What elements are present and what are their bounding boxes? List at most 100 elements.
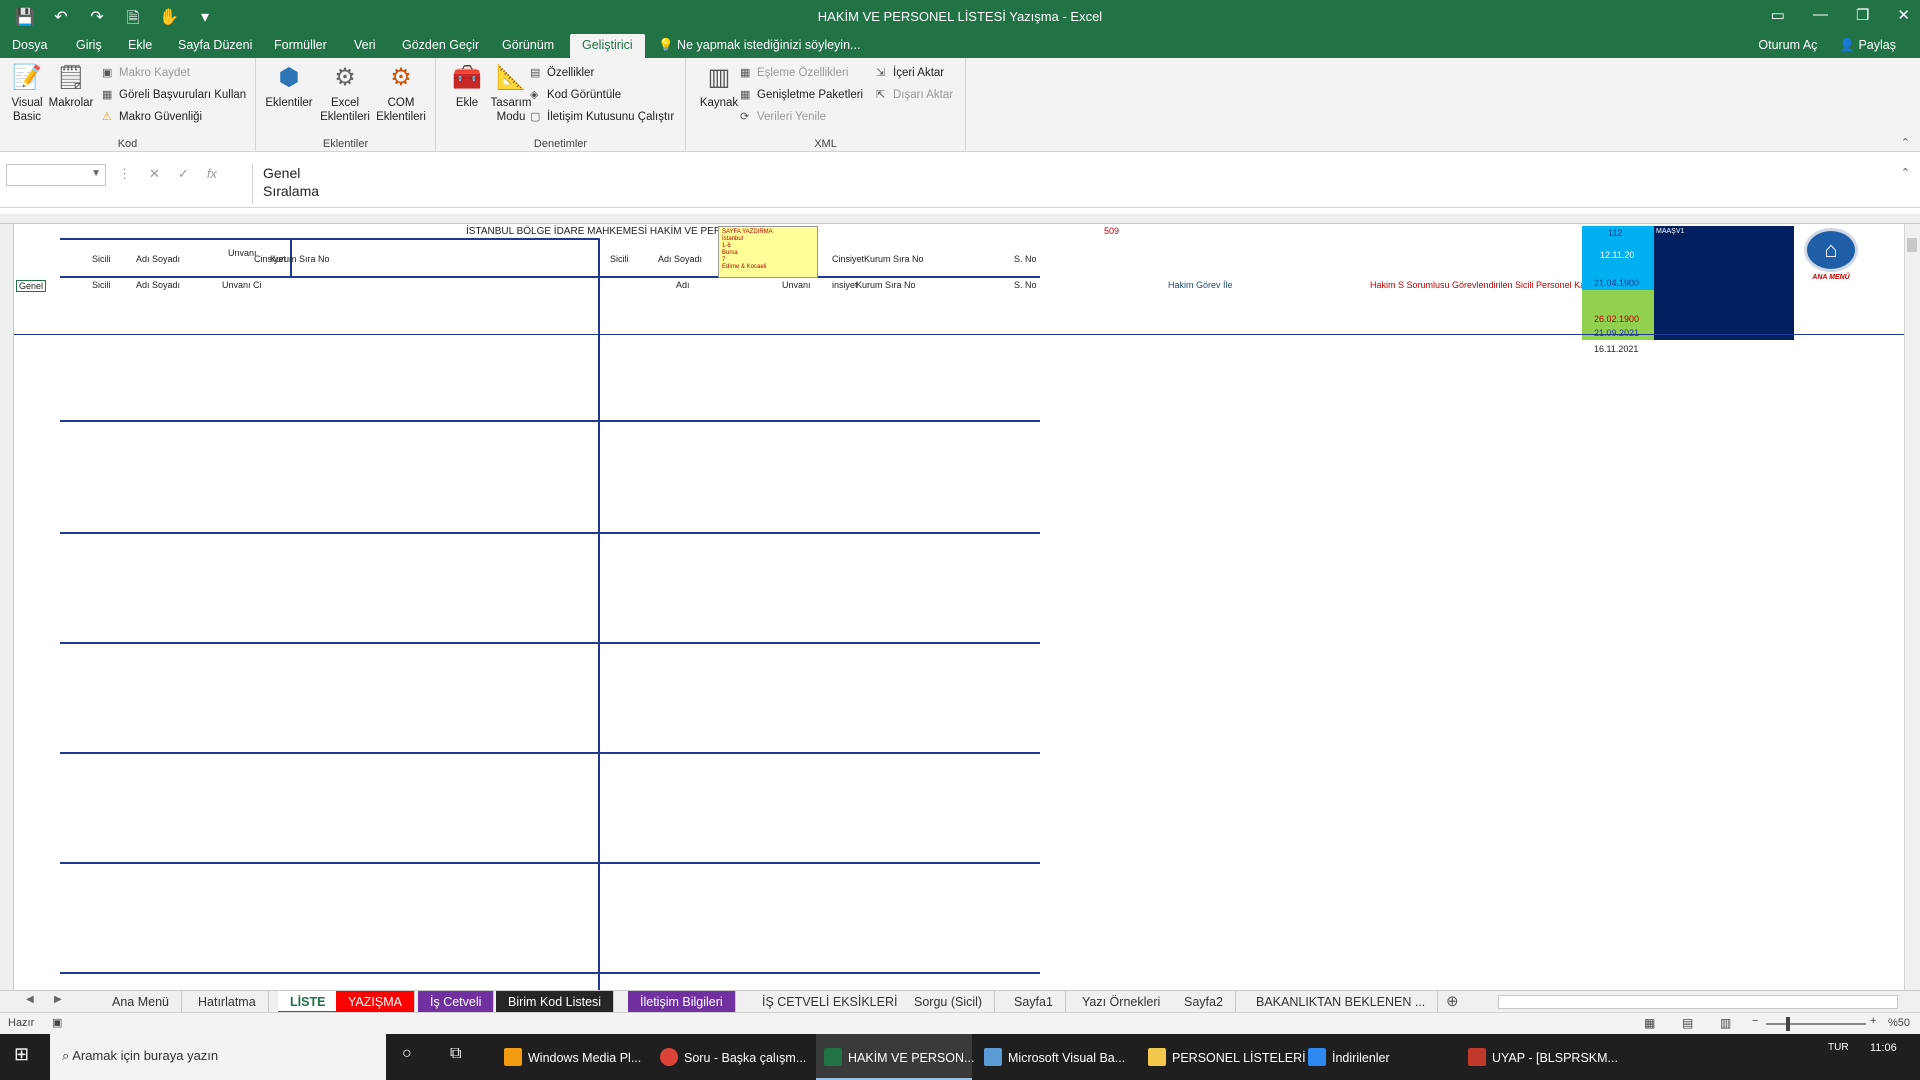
sheet-tab-2[interactable]: LİSTE — [278, 991, 339, 1013]
restore-icon[interactable]: ❐ — [1856, 6, 1869, 24]
insert-control-label: Ekle — [455, 97, 479, 109]
tab-gozden-gecir[interactable]: Gözden Geçir — [402, 38, 479, 52]
close-icon[interactable]: ✕ — [1897, 6, 1910, 24]
zoom-slider-thumb[interactable] — [1786, 1017, 1790, 1031]
collapse-ribbon-icon[interactable]: ⌃ — [1901, 136, 1910, 149]
selected-cell-genel[interactable]: Genel — [16, 280, 47, 292]
sheet-tab-12[interactable]: BAKANLIKTAN BEKLENEN ... — [1244, 991, 1439, 1013]
tab-scroll-left-icon[interactable]: ◀ — [26, 994, 34, 1005]
tab-giris[interactable]: Giriş — [76, 38, 102, 52]
run-dialog-button[interactable]: ▢ İletişim Kutusunu Çalıştır — [530, 110, 674, 123]
sheet-tab-7[interactable]: İŞ CETVELİ EKSİKLERİ — [750, 991, 911, 1013]
expansion-packs-label: Genişletme Paketleri — [757, 89, 864, 101]
home-icon: ⌂ — [1804, 228, 1858, 272]
sign-in-link[interactable]: Oturum Aç — [1758, 38, 1817, 53]
expansion-packs-icon: ▦ — [740, 89, 751, 101]
cortana-icon[interactable]: ○ — [402, 1034, 412, 1080]
source-button[interactable]: ▥ Kaynak — [692, 62, 746, 110]
group-xml: ▥ Kaynak ▦ Eşleme Özellikleri ▦ Genişletme… — [686, 58, 966, 152]
tab-veri[interactable]: Veri — [354, 38, 376, 52]
tab-formuller[interactable]: Formüller — [274, 38, 327, 52]
zoom-out-icon[interactable]: − — [1752, 1015, 1758, 1027]
macros-button[interactable]: 🗒 Makrolar — [44, 62, 98, 110]
taskbar-search-box[interactable]: ⌕ Aramak için buraya yazın — [50, 1034, 386, 1080]
record-macro-button[interactable]: ▣ Makro Kaydet — [102, 66, 190, 79]
taskbar-app-folder-personel[interactable]: PERSONEL LİSTELERİ — [1140, 1034, 1306, 1080]
properties-button[interactable]: ▤ Özellikler — [530, 66, 594, 79]
print-note-box[interactable]: SAYFA YAZDIRMA İstanbul 1-6 Bursa 7 Edir… — [718, 226, 818, 278]
expand-formula-icon[interactable]: ⌃ — [1901, 166, 1910, 179]
taskbar-app-label: Windows Media Pl... — [528, 1051, 642, 1065]
export-button[interactable]: ⇱ Dışarı Aktar — [876, 88, 953, 101]
sheet-tab-11[interactable]: Sayfa2 — [1172, 991, 1236, 1013]
minimize-icon[interactable]: — — [1813, 6, 1828, 24]
chrome-icon — [660, 1048, 678, 1066]
sheet-tab-9[interactable]: Sayfa1 — [1002, 991, 1066, 1013]
tab-gorunum[interactable]: Görünüm — [502, 38, 554, 52]
language-indicator[interactable]: TUR — [1828, 1034, 1849, 1080]
relative-refs-button[interactable]: ▦ Göreli Başvuruları Kullan — [102, 88, 246, 101]
formula-input[interactable]: Genel Sıralama — [252, 164, 1912, 204]
sheet-tab-0[interactable]: Ana Menü — [100, 991, 182, 1013]
windows-start-icon[interactable]: ⊞ — [14, 1034, 50, 1080]
sheet-tab-6[interactable]: İletişim Bilgileri — [628, 991, 736, 1013]
name-box[interactable]: ▼ — [6, 164, 106, 186]
expansion-packs-button[interactable]: ▦ Genişletme Paketleri — [740, 88, 863, 101]
taskbar-app-media-player[interactable]: Windows Media Pl... — [496, 1034, 648, 1080]
addins-button[interactable]: ⬢ Eklentiler — [262, 62, 316, 110]
page-break-icon[interactable]: ▥ — [1720, 1016, 1731, 1030]
sheet-tab-3[interactable]: YAZIŞMA — [336, 991, 415, 1013]
page-layout-icon[interactable]: ▤ — [1682, 1016, 1693, 1030]
macro-record-icon[interactable]: ▣ — [52, 1016, 62, 1029]
ribbon-display-icon[interactable]: ▭ — [1771, 6, 1785, 24]
design-mode-icon: 📐 — [496, 64, 526, 91]
refresh-data-button[interactable]: ⟳ Verileri Yenile — [740, 110, 826, 123]
worksheet-grid[interactable]: İSTANBUL BÖLGE İDARE MAHKEMESİ HAKİM VE … — [0, 214, 1920, 990]
share-button[interactable]: 👤 Paylaş — [1839, 38, 1896, 53]
taskbar-app-chrome[interactable]: Soru - Başka çalışm... — [652, 1034, 812, 1080]
taskbar-app-label: HAKİM VE PERSON... — [848, 1051, 975, 1065]
scroll-thumb[interactable] — [1907, 238, 1917, 252]
macro-security-button[interactable]: ⚠ Makro Güvenliği — [102, 110, 202, 123]
taskbar-app-excel[interactable]: HAKİM VE PERSON... — [816, 1034, 975, 1080]
view-code-button[interactable]: ◈ Kod Görüntüle — [530, 88, 621, 101]
cancel-icon[interactable]: ✕ — [149, 166, 160, 182]
chevron-down-icon[interactable]: ▼ — [91, 168, 101, 179]
taskbar-app-vba[interactable]: Microsoft Visual Ba... — [976, 1034, 1136, 1080]
task-view-icon[interactable]: ⧉ — [450, 1034, 461, 1080]
taskbar-app-downloads[interactable]: İndirilenler — [1300, 1034, 1456, 1080]
warning-icon: ⚠ — [102, 111, 112, 123]
home-button[interactable]: ⌂ ANA MENÜ — [1796, 228, 1866, 290]
excel-addins-button[interactable]: ⚙ Excel Eklentileri — [318, 62, 372, 124]
taskbar-app-uyap[interactable]: UYAP - [BLSPRSKM... — [1460, 1034, 1620, 1080]
enter-icon[interactable]: ✓ — [178, 166, 189, 182]
map-properties-label: Eşleme Özellikleri — [757, 67, 849, 79]
tab-scroll-right-icon[interactable]: ▶ — [54, 994, 62, 1005]
tell-me-search[interactable]: 💡 Ne yapmak istediğinizi söyleyin... — [658, 38, 860, 53]
row-headers[interactable] — [0, 224, 14, 990]
formula-controls: ⋮ ✕ ✓ fx — [118, 166, 217, 182]
clock[interactable]: 11:06 — [1870, 1034, 1897, 1080]
zoom-level[interactable]: %50 — [1888, 1017, 1910, 1029]
sheet-tab-5[interactable]: Birim Kod Listesi — [496, 991, 615, 1013]
vertical-scrollbar[interactable] — [1904, 224, 1920, 990]
tab-ekle[interactable]: Ekle — [128, 38, 152, 52]
navy-block — [1654, 226, 1794, 340]
tab-sayfa-duzeni[interactable]: Sayfa Düzeni — [178, 38, 252, 52]
column-headers[interactable] — [0, 214, 1920, 224]
horizontal-scrollbar[interactable] — [1498, 995, 1898, 1009]
normal-view-icon[interactable]: ▦ — [1644, 1016, 1655, 1030]
map-properties-button[interactable]: ▦ Eşleme Özellikleri — [740, 66, 848, 79]
tab-dosya[interactable]: Dosya — [12, 38, 47, 52]
com-addins-button[interactable]: ⚙ COM Eklentileri — [374, 62, 428, 124]
tab-gelistirici[interactable]: Geliştirici — [570, 34, 645, 58]
add-sheet-icon[interactable]: ⊕ — [1446, 992, 1459, 1010]
sheet-tab-10[interactable]: Yazı Örnekleri — [1070, 991, 1174, 1013]
zoom-in-icon[interactable]: + — [1870, 1015, 1876, 1027]
fx-icon[interactable]: fx — [207, 166, 217, 182]
zoom-slider[interactable] — [1766, 1023, 1866, 1025]
sheet-tab-8[interactable]: Sorgu (Sicil) — [902, 991, 996, 1013]
import-button[interactable]: ⇲ İçeri Aktar — [876, 66, 944, 79]
sheet-tab-1[interactable]: Hatırlatma — [186, 991, 269, 1013]
sheet-tab-4[interactable]: İş Cetveli — [418, 991, 495, 1013]
